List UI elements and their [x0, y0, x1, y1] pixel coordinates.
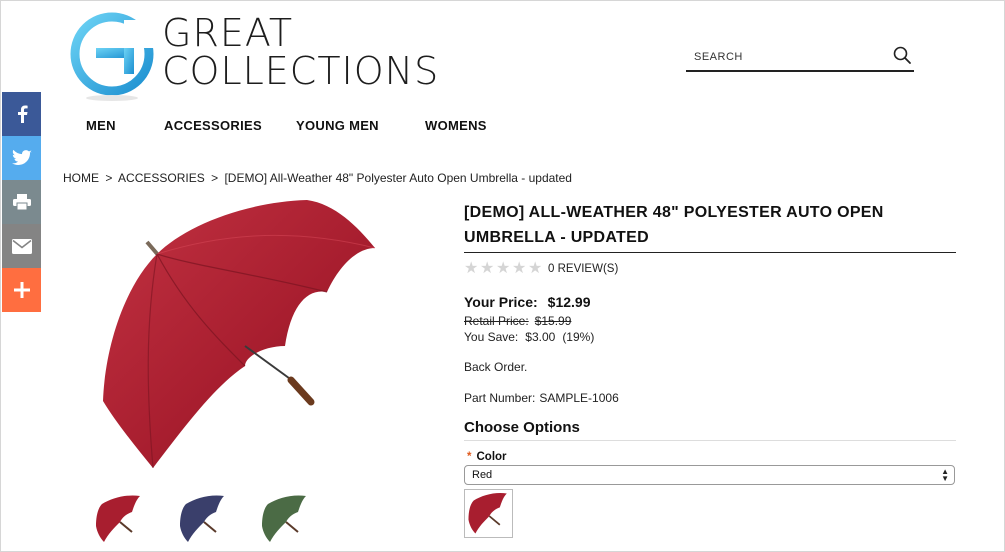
- star-icon: ★: [496, 260, 511, 277]
- breadcrumb-accessories[interactable]: ACCESSORIES: [118, 171, 205, 185]
- email-share-button[interactable]: [2, 224, 41, 268]
- save-amount: $3.00: [525, 330, 556, 344]
- stock-status: Back Order.: [464, 360, 528, 374]
- more-share-button[interactable]: [2, 268, 41, 312]
- print-icon: [12, 194, 31, 210]
- product-info: [DEMO] ALL-WEATHER 48" POLYESTER AUTO OP…: [464, 200, 956, 538]
- you-save: You Save: $3.00 (19%): [464, 330, 956, 344]
- breadcrumb-home[interactable]: HOME: [63, 171, 99, 185]
- color-label-text: Color: [476, 451, 507, 463]
- umbrella-red-swatch: [468, 493, 507, 534]
- search-input[interactable]: [694, 47, 884, 67]
- star-icon: ★: [464, 260, 479, 277]
- thumbnail-navy[interactable]: [176, 492, 230, 546]
- plus-icon: [13, 282, 30, 298]
- social-share-bar: [2, 92, 41, 312]
- site-logo[interactable]: GREAT COLLECTIONS: [70, 11, 450, 101]
- nav-young-men[interactable]: YOUNG MEN: [296, 118, 379, 133]
- logo-wordmark: GREAT COLLECTIONS: [162, 11, 440, 93]
- retail-price: Retail Price: $15.99: [464, 314, 956, 328]
- nav-accessories[interactable]: ACCESSORIES: [164, 118, 262, 133]
- search-icon[interactable]: [892, 45, 912, 65]
- thumbnail-green[interactable]: [258, 492, 312, 546]
- umbrella-red-thumb: [96, 495, 140, 542]
- star-icon: ★: [528, 260, 543, 277]
- twitter-share-button[interactable]: [2, 136, 41, 180]
- save-label: You Save:: [464, 330, 519, 344]
- umbrella-green-thumb: [262, 495, 306, 542]
- color-select-value: Red: [472, 469, 493, 481]
- facebook-share-button[interactable]: [2, 92, 41, 136]
- breadcrumb: HOME > ACCESSORIES > [DEMO] All-Weather …: [63, 171, 575, 185]
- part-number: Part Number: SAMPLE-1006: [464, 391, 956, 405]
- color-select[interactable]: Red ▲ ▼: [464, 465, 955, 485]
- required-marker: *: [467, 451, 472, 463]
- umbrella-image: [103, 200, 376, 469]
- product-rating: ★ ★ ★ ★ ★ 0 REVIEW(S): [464, 261, 956, 277]
- thumbnail-red[interactable]: [92, 492, 146, 546]
- choose-options-heading: Choose Options: [464, 419, 956, 441]
- product-main-image[interactable]: [95, 196, 385, 476]
- part-value: SAMPLE-1006: [539, 391, 619, 405]
- reviews-link[interactable]: 0 REVIEW(S): [548, 263, 618, 275]
- product-title: [DEMO] ALL-WEATHER 48" POLYESTER AUTO OP…: [464, 200, 956, 253]
- color-swatch-red[interactable]: [464, 489, 513, 538]
- rating-stars[interactable]: ★ ★ ★ ★ ★: [464, 261, 544, 277]
- twitter-icon: [11, 150, 32, 166]
- price-label: Your Price:: [464, 294, 538, 310]
- breadcrumb-separator: >: [105, 171, 113, 185]
- retail-value: $15.99: [534, 314, 572, 328]
- nav-womens[interactable]: WOMENS: [425, 118, 487, 133]
- star-icon: ★: [480, 260, 495, 277]
- save-percent: (19%): [562, 330, 595, 344]
- select-arrows-icon: ▲ ▼: [941, 467, 949, 483]
- star-icon: ★: [512, 260, 527, 277]
- facebook-icon: [17, 105, 28, 123]
- search-box: [686, 42, 914, 72]
- breadcrumb-separator: >: [211, 171, 219, 185]
- your-price: Your Price: $12.99: [464, 294, 956, 310]
- retail-label: Retail Price:: [464, 314, 529, 328]
- nav-men[interactable]: MEN: [86, 118, 116, 133]
- part-label: Part Number:: [464, 391, 536, 405]
- print-button[interactable]: [2, 180, 41, 224]
- color-option-label: * Color: [464, 451, 956, 463]
- umbrella-navy-thumb: [180, 495, 224, 542]
- logo-g-icon: [70, 12, 160, 101]
- breadcrumb-current: [DEMO] All-Weather 48" Polyester Auto Op…: [224, 171, 572, 185]
- email-icon: [11, 238, 32, 254]
- price-value: $12.99: [547, 294, 591, 310]
